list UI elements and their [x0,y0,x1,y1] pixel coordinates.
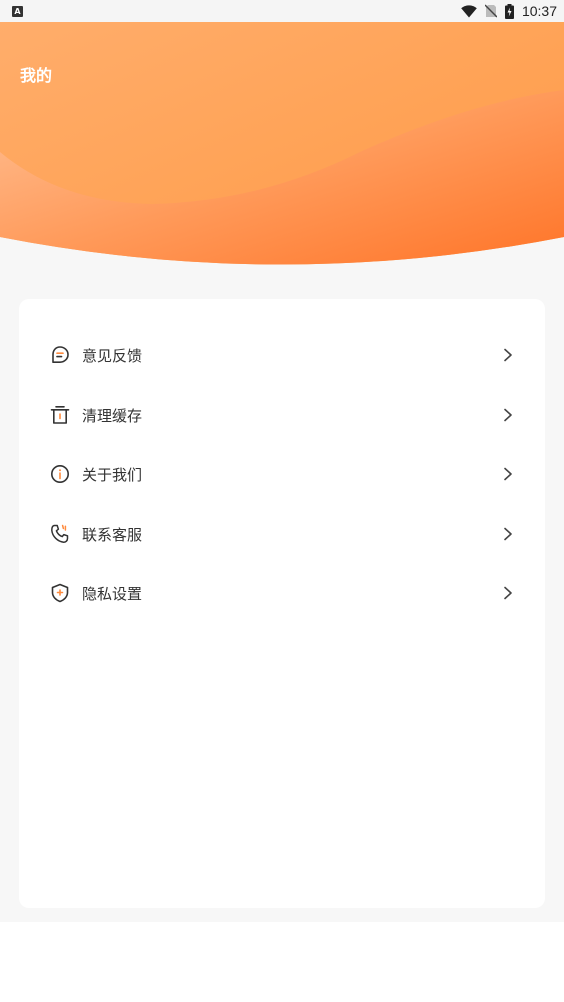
status-bar: A 10:37 [0,0,564,22]
chevron-right-icon [501,348,515,362]
phone-icon [49,523,71,545]
trash-icon [49,404,71,426]
menu-item-contact-service[interactable]: 联系客服 [19,504,545,564]
shield-icon [49,582,71,604]
menu-item-feedback[interactable]: 意见反馈 [19,325,545,385]
chevron-right-icon [501,586,515,600]
no-sim-icon [484,4,497,18]
info-icon [49,463,71,485]
status-left: A [12,5,23,17]
menu-item-clear-cache[interactable]: 清理缓存 [19,385,545,445]
chevron-right-icon [501,408,515,422]
battery-charging-icon [504,3,514,19]
notification-icon: A [12,5,23,17]
menu-item-label: 联系客服 [82,525,143,544]
status-right: 10:37 [461,3,557,19]
menu-item-about-us[interactable]: 关于我们 [19,444,545,504]
chevron-right-icon [501,467,515,481]
menu-item-privacy-settings[interactable]: 隐私设置 [19,563,545,623]
menu-item-label: 隐私设置 [82,584,143,603]
wifi-icon [461,4,477,18]
menu-item-label: 关于我们 [82,465,143,484]
feedback-icon [49,344,71,366]
menu-item-label: 清理缓存 [82,406,143,425]
page-title: 我的 [20,66,53,85]
menu-card: 意见反馈 清理缓存 关于我们 联系客服 隐私设置 [19,299,545,908]
app-area: 我的 意见反馈 清理缓存 关于我们 联系客服 隐私设置 [0,22,564,922]
status-time: 10:37 [521,3,557,19]
header-background [0,22,564,272]
menu-item-label: 意见反馈 [82,346,143,365]
chevron-right-icon [501,527,515,541]
